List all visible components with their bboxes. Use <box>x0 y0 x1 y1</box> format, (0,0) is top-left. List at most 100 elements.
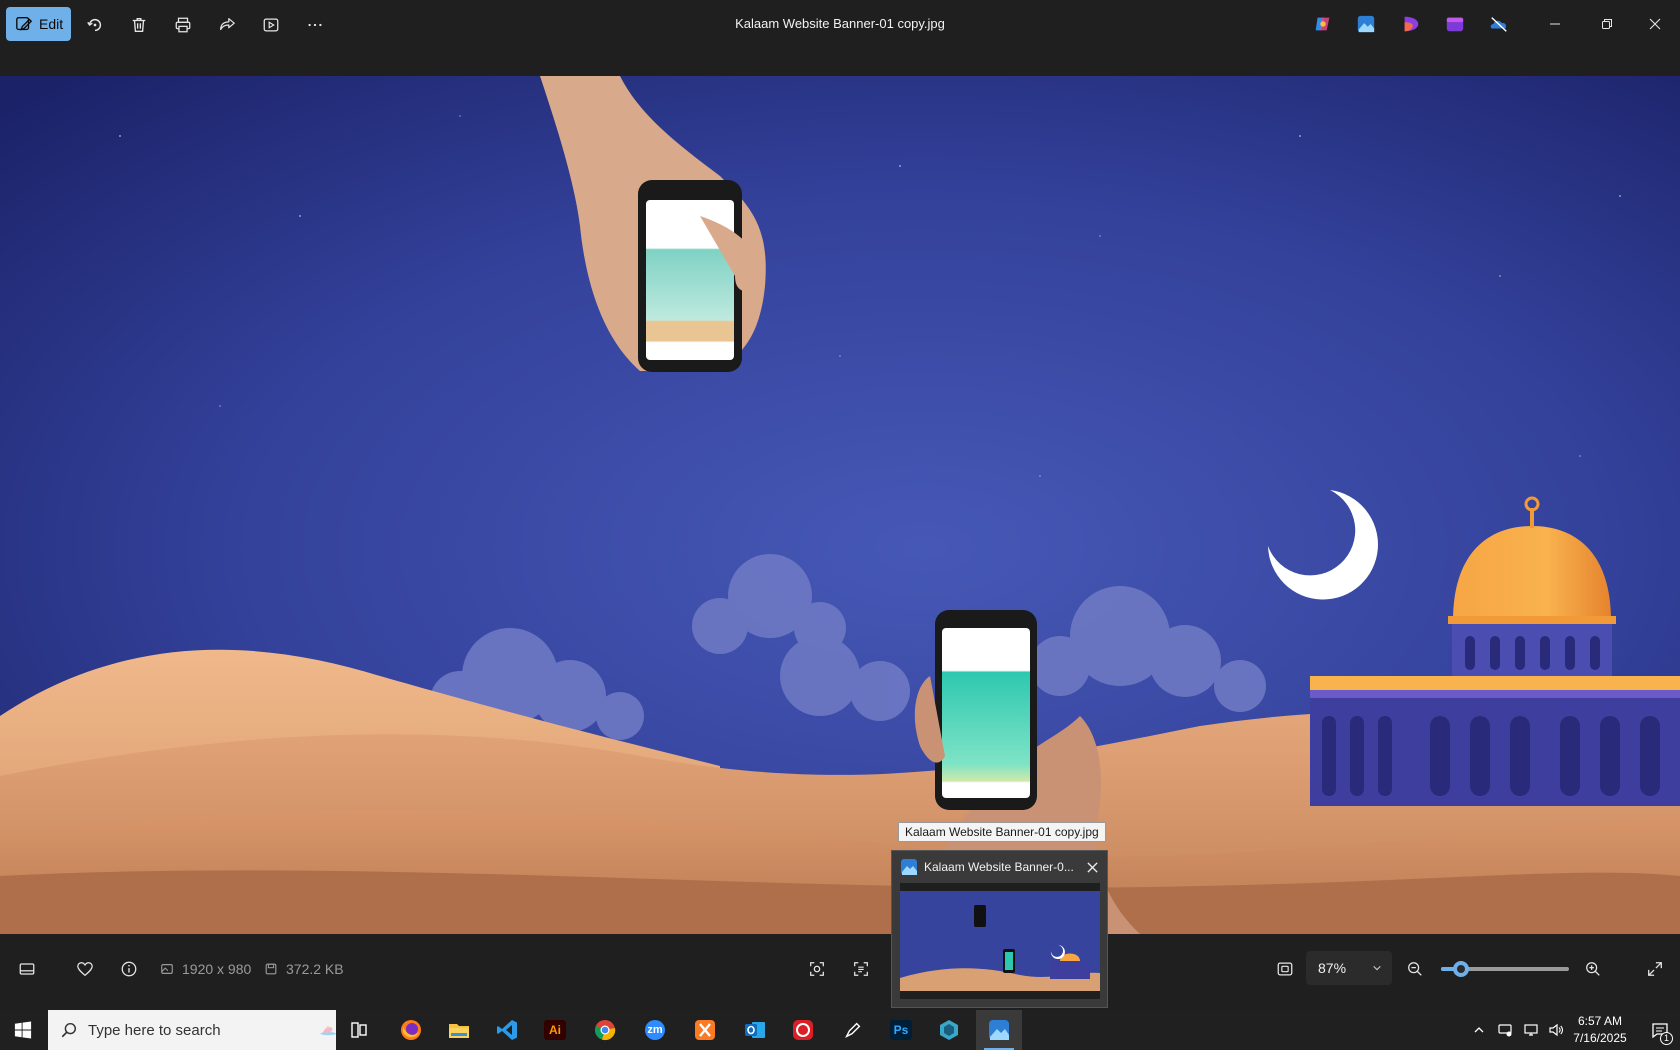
task-view-icon <box>351 1022 367 1038</box>
windows-taskbar: Type here to search Ai zm Ps 6:57 AM 7/1… <box>0 1010 1680 1050</box>
close-icon <box>1649 18 1661 30</box>
photos-icon <box>989 1020 1009 1040</box>
fit-screen-icon <box>1277 962 1293 976</box>
dimensions-text: 1920 x 980 <box>182 961 252 977</box>
chevron-up-icon <box>1474 1027 1484 1033</box>
start-button[interactable] <box>0 1010 46 1050</box>
pen-tool-taskbar-icon[interactable] <box>830 1010 876 1050</box>
search-placeholder: Type here to search <box>88 1021 221 1039</box>
taskbar-tooltip: Kalaam Website Banner-01 copy.jpg <box>898 822 1106 842</box>
close-button[interactable] <box>1640 10 1670 38</box>
bottom-toolbar: 1920 x 980 372.2 KB 87% <box>0 934 1680 1010</box>
fullscreen-button[interactable] <box>1640 954 1670 984</box>
creative-cloud-icon <box>793 1020 813 1040</box>
clock-time: 6:57 AM <box>1577 1014 1623 1028</box>
clipchamp-icon[interactable] <box>1444 13 1466 35</box>
copilot-icon[interactable] <box>1312 13 1334 35</box>
pen-icon <box>845 1022 861 1038</box>
taskbar-thumbnail-preview[interactable]: Kalaam Website Banner-0... <box>891 850 1108 1008</box>
ellipsis-icon <box>308 23 322 27</box>
visual-search-button[interactable] <box>802 954 832 984</box>
thumbnail-close-button[interactable] <box>1082 857 1102 877</box>
photos-taskbar-icon[interactable] <box>976 1010 1022 1050</box>
firefox-icon <box>401 1020 421 1040</box>
window-title: Kalaam Website Banner-01 copy.jpg <box>735 16 945 31</box>
file-info-button[interactable] <box>114 954 144 984</box>
minimize-button[interactable] <box>1540 10 1570 38</box>
printer-icon <box>175 17 191 33</box>
creative-cloud-taskbar-icon[interactable] <box>780 1010 826 1050</box>
photos-app-icon[interactable] <box>1355 13 1377 35</box>
outlook-taskbar-icon[interactable] <box>732 1010 778 1050</box>
rotate-button[interactable] <box>80 10 110 40</box>
minimize-icon <box>1550 23 1560 25</box>
visual-search-icon <box>810 962 824 976</box>
restore-icon <box>1602 19 1612 29</box>
firefox-taskbar-icon[interactable] <box>388 1010 434 1050</box>
chrome-taskbar-icon[interactable] <box>582 1010 628 1050</box>
task-view-button[interactable] <box>336 1010 382 1050</box>
edit-button[interactable]: Edit <box>6 7 71 41</box>
zoom-level-dropdown[interactable]: 87% <box>1306 951 1392 985</box>
trash-icon <box>132 18 146 32</box>
connected-devices-tray[interactable] <box>1492 1010 1518 1050</box>
zoom-in-icon <box>1586 962 1600 976</box>
slideshow-icon <box>263 18 279 32</box>
zoom-app-label: zm <box>647 1024 663 1036</box>
thumbnail-title: Kalaam Website Banner-0... <box>924 860 1074 874</box>
illustrator-label: Ai <box>549 1023 561 1037</box>
vscode-taskbar-icon[interactable] <box>484 1010 530 1050</box>
edit-icon <box>16 17 33 31</box>
onedrive-offline-icon[interactable] <box>1488 13 1510 35</box>
restore-button[interactable] <box>1592 10 1622 38</box>
image-dimensions: 1920 x 980 <box>160 961 251 977</box>
rotate-icon <box>87 18 102 32</box>
delete-button[interactable] <box>124 10 154 40</box>
file-explorer-taskbar-icon[interactable] <box>436 1010 482 1050</box>
scan-text-icon <box>854 962 868 976</box>
share-button[interactable] <box>212 10 242 40</box>
image-canvas[interactable] <box>0 76 1680 934</box>
zoom-slider[interactable] <box>1441 961 1569 977</box>
more-options-button[interactable] <box>300 10 330 40</box>
share-icon <box>220 18 235 31</box>
filmstrip-button[interactable] <box>12 954 42 984</box>
zoom-out-button[interactable] <box>1400 954 1430 984</box>
xampp-icon <box>695 1020 715 1040</box>
close-icon <box>1086 861 1098 873</box>
show-hidden-icons-button[interactable] <box>1466 1010 1492 1050</box>
network-tray[interactable] <box>1518 1010 1544 1050</box>
banner-image <box>0 76 1680 934</box>
photoshop-taskbar-icon[interactable]: Ps <box>878 1010 924 1050</box>
vscode-icon <box>497 1020 517 1040</box>
photos-app-icon <box>901 859 917 875</box>
xampp-taskbar-icon[interactable] <box>682 1010 728 1050</box>
network-icon <box>1524 1024 1538 1036</box>
zoom-taskbar-icon[interactable]: zm <box>632 1010 678 1050</box>
device-icon <box>1498 1024 1512 1037</box>
slideshow-button[interactable] <box>256 10 286 40</box>
copilot-app-taskbar-icon[interactable] <box>926 1010 972 1050</box>
zoom-in-button[interactable] <box>1578 954 1608 984</box>
windows-logo-icon <box>14 1021 32 1039</box>
dimensions-icon <box>161 964 173 974</box>
illustrator-taskbar-icon[interactable]: Ai <box>532 1010 578 1050</box>
outlook-icon <box>745 1022 765 1038</box>
zoom-slider-thumb[interactable] <box>1453 961 1470 977</box>
file-size: 372.2 KB <box>264 961 344 977</box>
designer-icon[interactable] <box>1400 13 1422 35</box>
edit-button-label: Edit <box>39 16 64 32</box>
photos-app-window: Edit Kalaam Website Banner-01 copy.jpg 1… <box>0 0 1680 1050</box>
taskbar-search-box[interactable]: Type here to search <box>48 1010 336 1050</box>
scan-text-button[interactable] <box>846 954 876 984</box>
notification-center-button[interactable]: 1 <box>1642 1010 1678 1050</box>
filmstrip-icon <box>19 963 35 975</box>
print-button[interactable] <box>168 10 198 40</box>
fit-to-window-button[interactable] <box>1270 954 1300 984</box>
top-toolbar: Edit Kalaam Website Banner-01 copy.jpg <box>0 0 1680 76</box>
favorite-button[interactable] <box>70 954 100 984</box>
hexagon-app-icon <box>940 1020 958 1040</box>
taskbar-clock[interactable]: 6:57 AM 7/16/2025 <box>1558 1013 1642 1047</box>
photoshop-label: Ps <box>893 1023 909 1037</box>
clock-date: 7/16/2025 <box>1573 1031 1627 1045</box>
